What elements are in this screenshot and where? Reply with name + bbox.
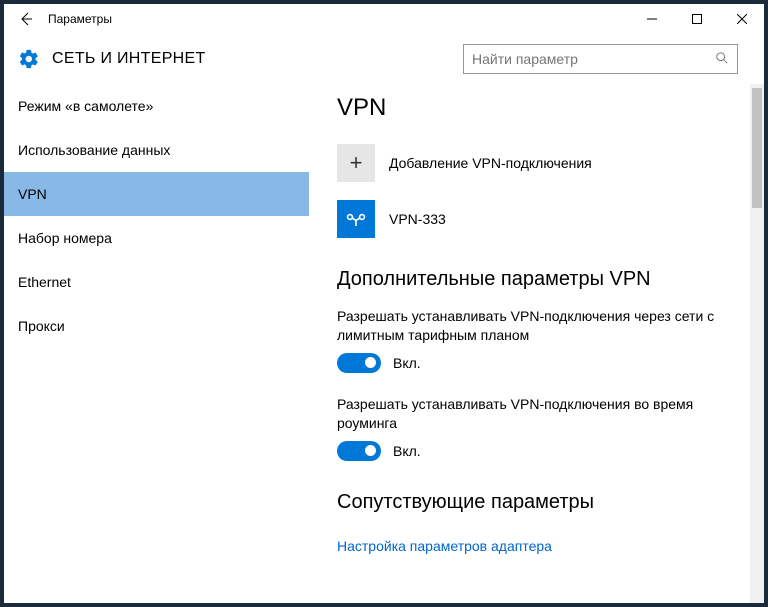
sidebar-item-data-usage[interactable]: Использование данных (4, 128, 309, 172)
adapter-settings-link[interactable]: Настройка параметров адаптера (337, 538, 552, 554)
sidebar-item-airplane[interactable]: Режим «в самолете» (4, 84, 309, 128)
sidebar-item-proxy[interactable]: Прокси (4, 304, 309, 348)
vpn-connection-row[interactable]: VPN-333 (337, 200, 736, 238)
search-icon (715, 51, 729, 68)
gear-icon (18, 48, 40, 70)
plus-icon: + (337, 144, 375, 182)
toggle-roaming-row: Вкл. (337, 441, 736, 461)
toggle-metered-desc: Разрешать устанавливать VPN-подключения … (337, 307, 736, 345)
sidebar: Режим «в самолете» Использование данных … (4, 84, 309, 603)
toggle-roaming-desc: Разрешать устанавливать VPN-подключения … (337, 395, 736, 433)
window-title: Параметры (48, 12, 112, 26)
titlebar: Параметры (4, 4, 764, 34)
add-vpn-row[interactable]: + Добавление VPN-подключения (337, 144, 736, 182)
maximize-button[interactable] (674, 4, 719, 34)
search-box[interactable] (463, 44, 738, 74)
body: Режим «в самолете» Использование данных … (4, 84, 764, 603)
scrollbar[interactable] (750, 84, 764, 603)
toggle-metered[interactable] (337, 353, 381, 373)
settings-window: Параметры СЕТЬ И ИНТЕРНЕТ Режим «в самол… (4, 4, 764, 603)
sidebar-item-vpn[interactable]: VPN (4, 172, 309, 216)
advanced-heading: Дополнительные параметры VPN (337, 268, 736, 291)
related-heading: Сопутствующие параметры (337, 491, 736, 514)
vpn-icon (337, 200, 375, 238)
sidebar-item-dialup[interactable]: Набор номера (4, 216, 309, 260)
toggle-roaming-state: Вкл. (393, 443, 421, 459)
toggle-metered-row: Вкл. (337, 353, 736, 373)
add-vpn-label: Добавление VPN-подключения (389, 155, 592, 171)
toggle-roaming[interactable] (337, 441, 381, 461)
minimize-button[interactable] (629, 4, 674, 34)
vpn-connection-name: VPN-333 (389, 211, 446, 227)
toggle-metered-state: Вкл. (393, 355, 421, 371)
back-button[interactable] (4, 4, 48, 34)
page-heading: СЕТЬ И ИНТЕРНЕТ (52, 50, 206, 68)
content: VPN + Добавление VPN-подключения VPN-333… (309, 84, 764, 603)
close-button[interactable] (719, 4, 764, 34)
search-input[interactable] (472, 51, 715, 67)
content-title: VPN (337, 94, 736, 122)
sidebar-item-ethernet[interactable]: Ethernet (4, 260, 309, 304)
scrollbar-thumb[interactable] (752, 88, 762, 208)
header: СЕТЬ И ИНТЕРНЕТ (4, 34, 764, 84)
